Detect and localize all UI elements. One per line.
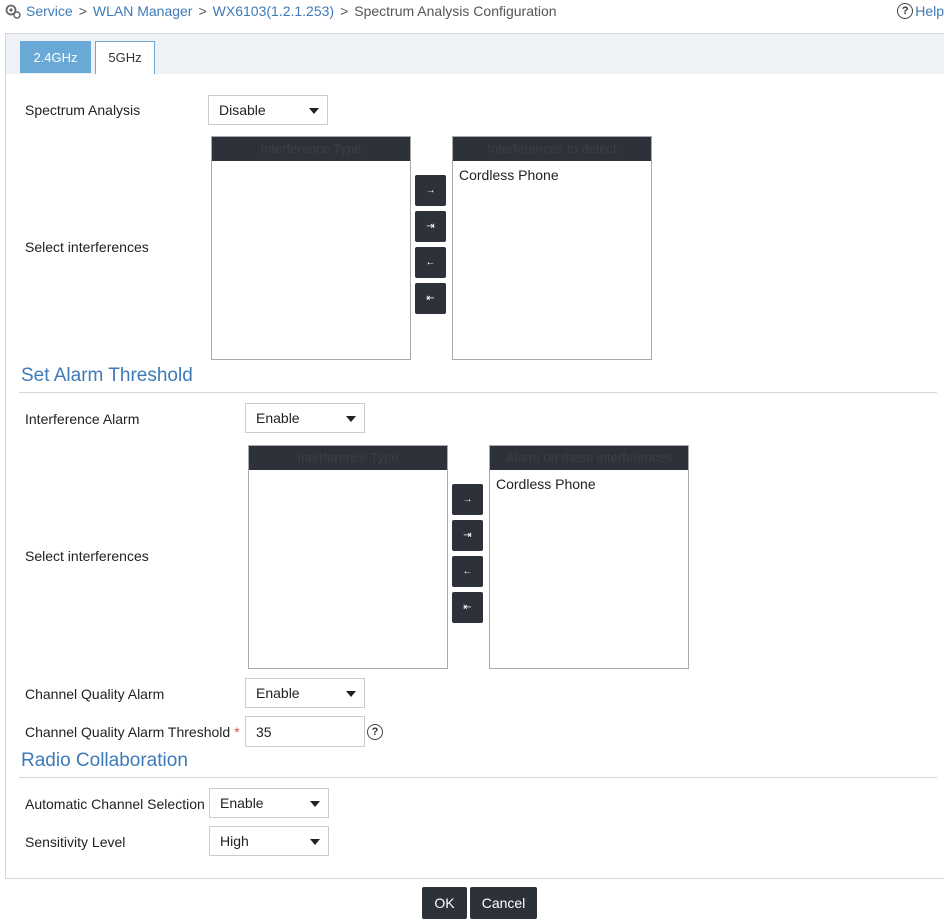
section-title-alarm: Set Alarm Threshold	[21, 365, 193, 386]
breadcrumb-separator: >	[78, 3, 87, 19]
auto-channel-selection-label: Automatic Channel Selection	[25, 796, 205, 812]
spectrum-analysis-select[interactable]: Disable	[208, 95, 328, 125]
help-link[interactable]: ? Help	[897, 0, 944, 22]
tab-2-4ghz[interactable]: 2.4GHz	[20, 41, 91, 73]
alarm-remove-all-button[interactable]: ⇤	[452, 592, 483, 623]
arrow-left-icon: ←	[425, 257, 436, 268]
chevron-down-icon	[346, 691, 356, 697]
selected-interferences-list[interactable]: Interferences to detect Cordless Phone	[452, 136, 652, 360]
ok-button[interactable]: OK	[422, 887, 467, 919]
spectrum-analysis-value: Disable	[219, 102, 266, 118]
channel-quality-alarm-value: Enable	[256, 685, 300, 701]
channel-quality-alarm-select[interactable]: Enable	[245, 678, 365, 708]
available-interferences-list[interactable]: Interference Type	[211, 136, 411, 360]
alarm-add-button[interactable]: →	[452, 484, 483, 515]
divider	[19, 777, 937, 778]
cancel-button[interactable]: Cancel	[470, 887, 537, 919]
service-icon	[5, 4, 21, 19]
select-interferences-label: Select interferences	[25, 548, 149, 564]
channel-quality-alarm-label: Channel Quality Alarm	[25, 686, 165, 702]
auto-channel-selection-select[interactable]: Enable	[209, 788, 329, 818]
chevron-down-icon	[309, 108, 319, 114]
breadcrumb: Service > WLAN Manager > WX6103(1.2.1.25…	[4, 0, 557, 22]
page-title: Spectrum Analysis Configuration	[354, 3, 557, 19]
breadcrumb-wlan-manager[interactable]: WLAN Manager	[93, 3, 193, 19]
list-header: Interference Type	[249, 446, 447, 470]
arrow-right-bar-icon: ⇥	[463, 530, 472, 541]
question-circle-icon: ?	[897, 3, 914, 19]
help-label: Help	[915, 3, 944, 19]
select-interferences-label: Select interferences	[25, 239, 149, 255]
alarm-selected-interferences-list[interactable]: Alarm on these interferences Cordless Ph…	[489, 445, 689, 669]
sensitivity-level-select[interactable]: High	[209, 826, 329, 856]
question-circle-icon[interactable]: ?	[367, 724, 383, 740]
add-button[interactable]: →	[415, 175, 446, 206]
remove-button[interactable]: ←	[415, 247, 446, 278]
divider	[19, 392, 937, 393]
arrow-left-bar-icon: ⇤	[426, 293, 435, 304]
alarm-remove-button[interactable]: ←	[452, 556, 483, 587]
alarm-available-interferences-list[interactable]: Interference Type	[248, 445, 448, 669]
remove-all-button[interactable]: ⇤	[415, 283, 446, 314]
interference-alarm-select[interactable]: Enable	[245, 403, 365, 433]
arrow-right-icon: →	[425, 185, 436, 196]
tab-5ghz[interactable]: 5GHz	[95, 41, 155, 74]
list-header: Alarm on these interferences	[490, 446, 688, 470]
auto-channel-selection-value: Enable	[220, 795, 264, 811]
breadcrumb-service[interactable]: Service	[26, 3, 73, 19]
list-header: Interference Type	[212, 137, 410, 161]
alarm-add-all-button[interactable]: ⇥	[452, 520, 483, 551]
required-mark: *	[234, 724, 240, 740]
arrow-left-icon: ←	[462, 566, 473, 577]
channel-quality-threshold-label: Channel Quality Alarm Threshold	[25, 724, 231, 740]
sensitivity-level-label: Sensitivity Level	[25, 834, 126, 850]
channel-quality-threshold-input[interactable]	[245, 716, 365, 747]
list-item[interactable]: Cordless Phone	[453, 161, 651, 189]
breadcrumb-separator: >	[198, 3, 207, 19]
section-title-radio: Radio Collaboration	[21, 750, 188, 771]
sensitivity-level-value: High	[220, 833, 249, 849]
list-item[interactable]: Cordless Phone	[490, 470, 688, 498]
breadcrumb-separator: >	[340, 3, 349, 19]
spectrum-analysis-label: Spectrum Analysis	[25, 102, 141, 118]
interference-alarm-value: Enable	[256, 410, 300, 426]
add-all-button[interactable]: ⇥	[415, 211, 446, 242]
arrow-right-icon: →	[462, 494, 473, 505]
list-header: Interferences to detect	[453, 137, 651, 161]
arrow-left-bar-icon: ⇤	[463, 602, 472, 613]
chevron-down-icon	[346, 416, 356, 422]
chevron-down-icon	[310, 839, 320, 845]
breadcrumb-device[interactable]: WX6103(1.2.1.253)	[213, 3, 334, 19]
threshold-label-row: Channel Quality Alarm Threshold *	[25, 724, 240, 740]
arrow-right-bar-icon: ⇥	[426, 221, 435, 232]
chevron-down-icon	[310, 801, 320, 807]
interference-alarm-label: Interference Alarm	[25, 411, 140, 427]
